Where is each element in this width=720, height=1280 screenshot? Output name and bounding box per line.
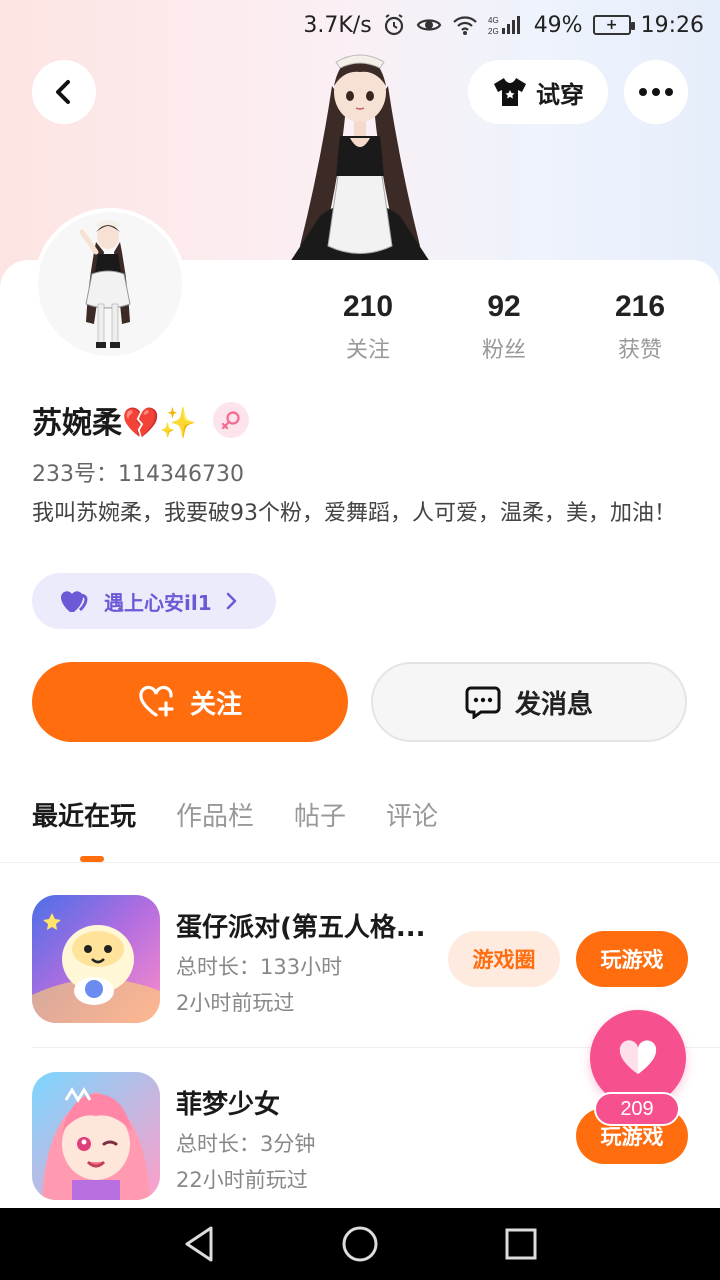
heart-plus-icon: [139, 685, 174, 717]
user-bio: 我叫苏婉柔，我要破93个粉，爱舞蹈，人可爱，温柔，美，加油！: [32, 501, 676, 526]
follow-label: 关注: [189, 689, 242, 720]
tab-works[interactable]: 作品栏: [176, 796, 254, 833]
tab-divider: [0, 862, 720, 863]
profile-tabs: 最近在玩 作品栏 帖子 评论: [32, 796, 438, 833]
back-button[interactable]: [32, 60, 96, 124]
chevron-left-icon: [56, 80, 70, 104]
game-icon-eggy-party: [32, 895, 160, 1023]
follow-button[interactable]: 关注: [32, 662, 348, 742]
user-id: 233号：114346730: [32, 462, 244, 487]
stat-value: 92: [487, 290, 521, 323]
user-name: 苏婉柔💔✨: [32, 406, 197, 441]
stat-likes[interactable]: 216 获赞: [572, 290, 708, 364]
signal-icon: 4G 2G: [488, 14, 524, 36]
chat-bubble-icon: [465, 686, 501, 719]
game-title: 菲梦少女: [176, 1090, 281, 1120]
stat-label: 获赞: [617, 338, 662, 363]
eye-icon: [416, 13, 442, 37]
stat-value: 216: [614, 290, 666, 323]
svg-text:2G: 2G: [488, 27, 499, 36]
stat-label: 粉丝: [481, 338, 526, 363]
tab-posts[interactable]: 帖子: [294, 796, 346, 833]
stat-label: 关注: [345, 338, 390, 363]
game-title: 蛋仔派对(第五人格...: [176, 913, 426, 943]
more-button[interactable]: [624, 60, 688, 124]
wifi-icon: [452, 14, 478, 36]
character-avatar-figure: [290, 54, 430, 262]
alarm-icon: [382, 13, 406, 37]
profile-stats: 210 关注 92 粉丝 216 获赞: [300, 290, 720, 364]
battery-percent: 49%: [533, 12, 583, 38]
game-duration: 总时长：133小时: [176, 955, 343, 979]
double-heart-icon: [61, 591, 88, 612]
game-last-played: 22小时前玩过: [176, 1168, 308, 1192]
couple-link[interactable]: 遇上心安il1: [32, 573, 276, 629]
stat-value: 210: [342, 290, 394, 323]
game-list-item[interactable]: 蛋仔派对(第五人格... 总时长：133小时 2小时前玩过 游戏圈 玩游戏: [32, 895, 720, 1025]
tab-comments[interactable]: 评论: [386, 796, 438, 833]
stat-followers[interactable]: 92 粉丝: [436, 290, 572, 364]
play-game-button[interactable]: 玩游戏: [576, 931, 688, 987]
like-count-badge: 209: [594, 1092, 680, 1126]
nav-back-icon[interactable]: [181, 1224, 217, 1264]
user-avatar[interactable]: [34, 208, 186, 360]
more-dots-icon: [639, 88, 673, 96]
message-button[interactable]: 发消息: [371, 662, 687, 742]
tshirt-icon: [494, 78, 526, 106]
clock: 19:26: [640, 12, 704, 38]
network-speed: 3.7K/s: [303, 12, 372, 38]
game-circle-button[interactable]: 游戏圈: [448, 931, 560, 987]
try-on-button[interactable]: 试穿: [468, 60, 608, 124]
nav-recents-icon[interactable]: [503, 1226, 539, 1262]
message-label: 发消息: [514, 689, 593, 720]
svg-text:4G: 4G: [488, 16, 499, 25]
game-duration: 总时长：3分钟: [176, 1132, 316, 1156]
name-row: 苏婉柔💔✨: [32, 398, 249, 442]
couple-label: 遇上心安il1: [104, 590, 212, 615]
heart-icon: [619, 1040, 657, 1074]
tab-recently-played[interactable]: 最近在玩: [32, 796, 136, 833]
game-last-played: 2小时前玩过: [176, 991, 295, 1015]
chevron-right-icon: [226, 592, 236, 610]
system-nav-bar: [0, 1208, 720, 1280]
avatar-figure: [38, 212, 182, 356]
status-bar: 3.7K/s 4G 2G 49% + 19:26: [0, 0, 720, 50]
stat-following[interactable]: 210 关注: [300, 290, 436, 364]
game-icon-dream-girl: [32, 1072, 160, 1200]
battery-icon: +: [592, 15, 635, 35]
female-gender-icon: [212, 402, 249, 438]
nav-home-icon[interactable]: [340, 1224, 380, 1264]
try-on-label: 试穿: [536, 80, 584, 109]
